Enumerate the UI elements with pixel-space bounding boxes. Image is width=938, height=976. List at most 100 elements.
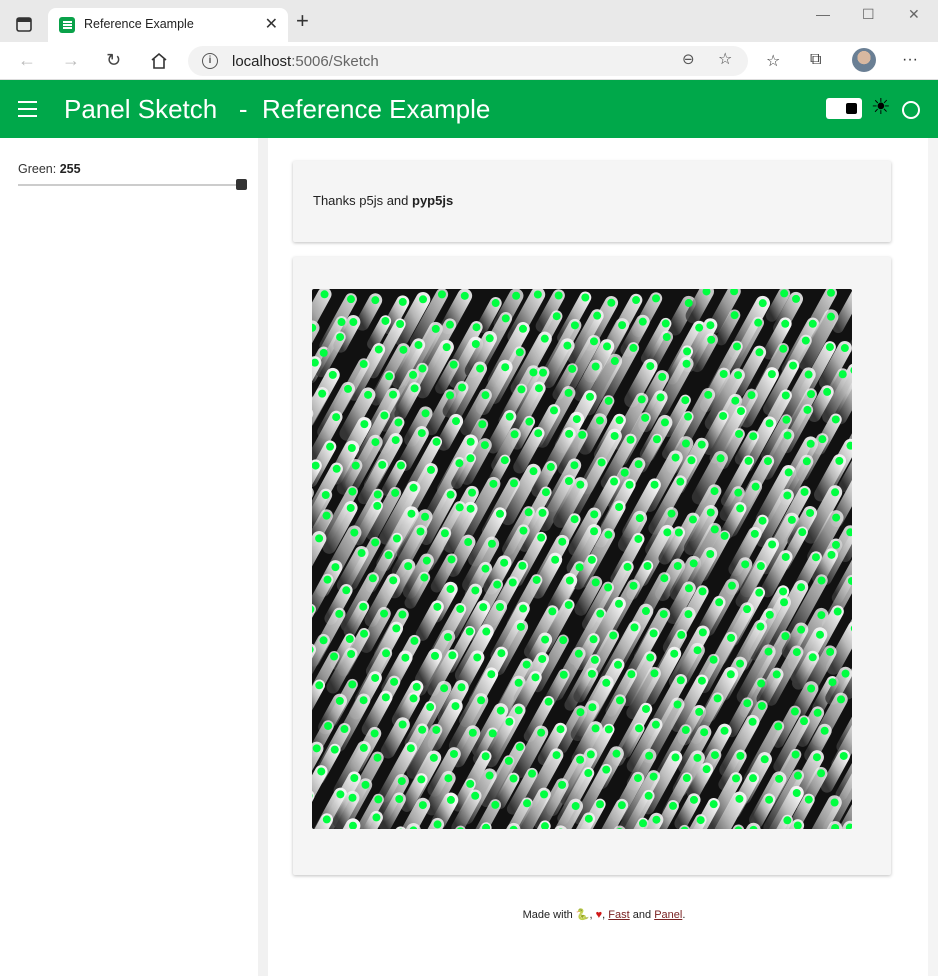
sketch-point xyxy=(641,607,650,616)
panel-link[interactable]: Panel xyxy=(654,909,682,921)
sketch-point xyxy=(828,678,837,687)
browser-tab[interactable]: Reference Example ✕ xyxy=(48,8,288,42)
sketch-point xyxy=(629,343,638,352)
sketch-point xyxy=(684,299,693,308)
sketch-point xyxy=(706,321,715,330)
sketch-point xyxy=(602,678,611,687)
forward-icon[interactable]: → xyxy=(62,50,80,70)
sketch-point xyxy=(351,461,360,470)
sketch-point xyxy=(396,461,405,470)
profile-avatar[interactable] xyxy=(852,48,876,72)
sketch-point xyxy=(602,765,611,774)
tab-close-icon[interactable]: ✕ xyxy=(265,14,278,34)
sketch-point xyxy=(591,578,600,587)
sketch-point xyxy=(359,602,368,611)
add-favorite-icon[interactable]: ☆ xyxy=(718,49,732,69)
sketch-point xyxy=(501,363,510,372)
sketch-point xyxy=(359,696,368,705)
sketch-point xyxy=(361,780,370,789)
home-icon[interactable] xyxy=(150,52,168,70)
sketch-point xyxy=(426,703,435,712)
more-icon[interactable]: ··· xyxy=(902,51,918,69)
address-bar[interactable]: i localhost:5006/Sketch ⊖ ☆ xyxy=(188,46,748,76)
hamburger-menu-icon[interactable] xyxy=(18,101,37,117)
sketch-point xyxy=(706,508,715,517)
sketch-point xyxy=(625,480,634,489)
sketch-point xyxy=(347,649,356,658)
sketch-point xyxy=(716,454,725,463)
maximize-button[interactable]: ☐ xyxy=(862,6,875,23)
sketch-point xyxy=(468,488,477,497)
sketch-point xyxy=(497,649,506,658)
sketch-point xyxy=(326,442,335,451)
sketch-point xyxy=(754,318,763,327)
sketch-point xyxy=(755,348,764,357)
zoom-out-icon[interactable]: ⊖ xyxy=(682,50,695,68)
sketch-point xyxy=(348,793,357,802)
sketch-point xyxy=(504,756,513,765)
sketch-point xyxy=(330,745,339,754)
main-scrollbar[interactable] xyxy=(928,138,938,976)
sketch-point xyxy=(389,390,398,399)
sketch-point xyxy=(460,291,469,300)
green-slider-track[interactable] xyxy=(18,184,244,186)
sketch-point xyxy=(455,459,464,468)
sketch-point xyxy=(801,336,810,345)
sketch-point xyxy=(836,695,845,704)
sketch-point xyxy=(446,490,455,499)
green-slider-handle[interactable] xyxy=(236,179,247,190)
sketch-point xyxy=(505,717,514,726)
sketch-point xyxy=(615,416,624,425)
sketch-point xyxy=(609,631,618,640)
favorites-icon[interactable]: ☆ xyxy=(766,51,780,71)
sketch-point xyxy=(697,676,706,685)
sketch-point xyxy=(610,357,619,366)
sketch-point xyxy=(357,549,366,558)
refresh-icon[interactable]: ↻ xyxy=(106,50,121,70)
sketch-point xyxy=(324,721,333,730)
sketch-point xyxy=(684,584,693,593)
sketch-point xyxy=(823,387,832,396)
sketch-point xyxy=(418,364,427,373)
sketch-point xyxy=(735,429,744,438)
sketch-point xyxy=(485,771,494,780)
sketch-point xyxy=(818,435,827,444)
sketch-point xyxy=(597,458,606,467)
sketch-point xyxy=(687,456,696,465)
sketch-point xyxy=(750,529,759,538)
collections-icon[interactable]: ⧉ xyxy=(810,51,821,69)
sketch-point xyxy=(587,555,596,564)
fast-link[interactable]: Fast xyxy=(608,909,629,921)
sketch-point xyxy=(787,515,796,524)
theme-toggle[interactable] xyxy=(826,98,862,119)
sketch-point xyxy=(471,340,480,349)
minimize-button[interactable]: — xyxy=(816,6,830,22)
sketch-point xyxy=(514,678,523,687)
back-icon[interactable]: ← xyxy=(18,50,36,70)
sketch-point xyxy=(407,509,416,518)
tab-actions-icon[interactable] xyxy=(10,12,38,36)
sketch-point xyxy=(554,291,563,300)
site-info-icon[interactable]: i xyxy=(202,53,218,69)
new-tab-button[interactable]: + xyxy=(296,10,309,32)
close-window-button[interactable]: ✕ xyxy=(908,6,920,23)
sketch-point xyxy=(448,651,457,660)
sketch-point xyxy=(538,654,547,663)
sketch-point xyxy=(466,504,475,513)
sketch-point xyxy=(838,370,847,379)
sketch-point xyxy=(682,774,691,783)
sidebar-scrollbar[interactable] xyxy=(258,138,268,976)
sketch-point xyxy=(706,550,715,559)
sketch-point xyxy=(593,311,602,320)
p5-sketch-canvas[interactable] xyxy=(312,289,852,829)
sketch-point xyxy=(832,540,840,549)
sketch-point xyxy=(445,320,454,329)
sketch-point xyxy=(707,335,716,344)
sketch-point xyxy=(646,653,655,662)
sketch-point xyxy=(466,454,475,463)
sketch-point xyxy=(652,435,661,444)
sketch-trail xyxy=(674,793,701,829)
sketch-trail xyxy=(312,531,327,567)
sketch-point xyxy=(360,420,369,429)
sketch-point xyxy=(409,694,418,703)
